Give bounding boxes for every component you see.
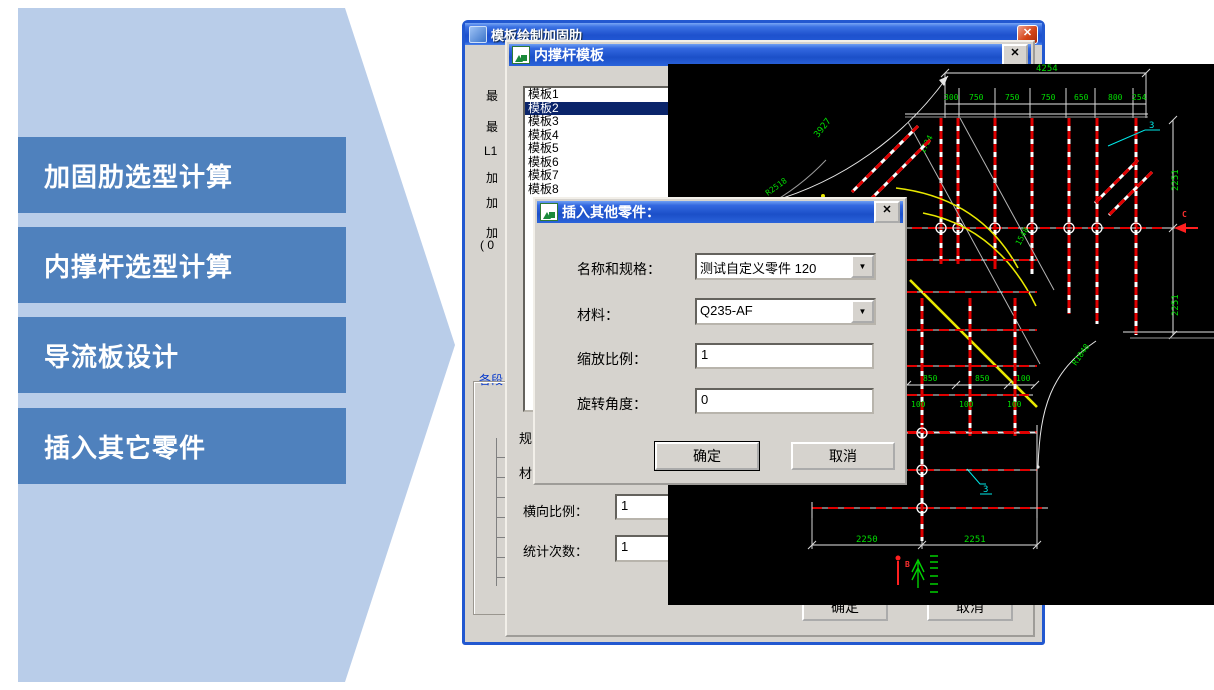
datum-marker: B (905, 560, 910, 569)
template-dialog-titlebar[interactable]: 内撑杆模板 ✕ (509, 44, 1031, 66)
scale-input[interactable]: 1 (695, 343, 874, 369)
insert-dialog-titlebar[interactable]: 插入其他零件： ✕ (537, 201, 903, 223)
material-label: 材料： (577, 305, 619, 325)
section-marker: C (1182, 210, 1187, 219)
arc-dim: 3927 (812, 117, 833, 140)
cad-app-icon (512, 46, 530, 64)
insert-dialog-title: 插入其他零件： (562, 202, 660, 222)
rotation-input[interactable]: 0 (695, 388, 874, 414)
dim-total: 4254 (1036, 64, 1058, 74)
chevron-down-icon[interactable]: ▼ (851, 255, 874, 278)
name-spec-value: 测试自定义零件 120 (697, 255, 851, 278)
rotation-label: 旋转角度： (577, 394, 647, 414)
dim-small: 100 (1007, 400, 1022, 409)
dim-seg: 300 (944, 93, 959, 102)
name-spec-combobox[interactable]: 测试自定义零件 120 ▼ (695, 253, 876, 280)
dim-right: 2251 (1171, 169, 1181, 191)
dim-right: 2251 (1171, 294, 1181, 316)
dim-mid: 850 (923, 374, 938, 383)
insert-ok-button[interactable]: 确定 (655, 442, 759, 470)
process-step-label: 加固肋选型计算 (44, 157, 233, 194)
dim-seg: 750 (969, 93, 984, 102)
app-icon (469, 26, 487, 43)
cad-app-icon (540, 203, 558, 221)
dim-seg: 750 (1041, 93, 1056, 102)
dim-seg: 650 (1074, 93, 1089, 102)
corner-radius-dim: R1848 (1070, 342, 1091, 367)
dim-small: 100 (959, 400, 974, 409)
mid-panel-rows (907, 260, 1037, 436)
material-combobox[interactable]: Q235-AF ▼ (695, 298, 876, 325)
dim-seg: 800 (1108, 93, 1123, 102)
back-field-label: ( 0 (480, 238, 494, 252)
material-value: Q235-AF (697, 300, 851, 323)
dim-small: 100 (911, 400, 926, 409)
template-dialog-title: 内撑杆模板 (534, 45, 604, 65)
process-step-2: 内撑杆选型计算 (18, 227, 346, 303)
dim-bottom: 2251 (964, 535, 986, 545)
process-step-3: 导流板设计 (18, 317, 346, 393)
dim-seg: 254 (1132, 93, 1147, 102)
dim-bottom: 2250 (856, 535, 878, 545)
process-step-label: 导流板设计 (44, 337, 179, 374)
insert-cancel-button[interactable]: 取消 (791, 442, 895, 470)
back-field-label: 加 (486, 194, 498, 211)
process-step-label: 内撑杆选型计算 (44, 247, 233, 284)
process-step-4: 插入其它零件 (18, 408, 346, 484)
chevron-down-icon[interactable]: ▼ (851, 300, 874, 323)
dim-mid: 850 (975, 374, 990, 383)
datum-symbols: B (896, 556, 939, 593)
hscale-label: 横向比例： (523, 501, 588, 520)
insert-part-dialog: 插入其他零件： ✕ 名称和规格： 测试自定义零件 120 ▼ 材料： Q235-… (533, 197, 907, 485)
scale-label: 缩放比例： (577, 349, 647, 369)
count-label: 统计次数： (523, 541, 588, 560)
dim-mid: 100 (1016, 374, 1031, 383)
back-field-label: L1 (484, 144, 497, 158)
back-field-label: 加 (486, 169, 498, 186)
dim-seg: 750 (1005, 93, 1020, 102)
back-field-label: 最 (486, 118, 498, 135)
close-icon[interactable]: ✕ (874, 201, 900, 223)
name-spec-label: 名称和规格： (577, 259, 661, 279)
close-icon[interactable]: ✕ (1002, 44, 1028, 66)
back-field-label: 最 (486, 87, 498, 104)
process-step-label: 插入其它零件 (44, 428, 206, 465)
process-step-1: 加固肋选型计算 (18, 137, 346, 213)
